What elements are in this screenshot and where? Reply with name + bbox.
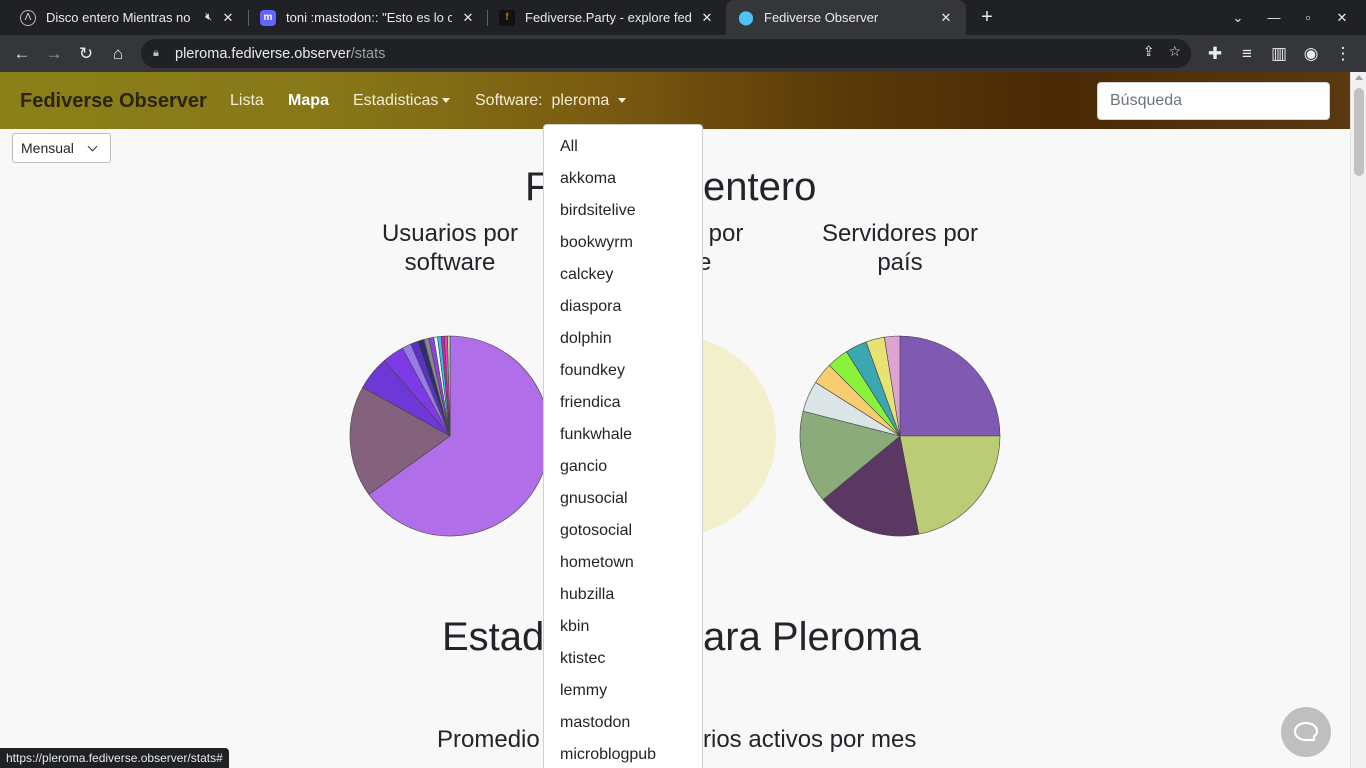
chart-title-servers-by-country: Servidores por país: [800, 219, 1000, 277]
profile-avatar-icon[interactable]: ◉: [1298, 41, 1324, 67]
software-menu-item[interactable]: diaspora: [544, 291, 702, 323]
url-path: /stats: [350, 45, 386, 62]
tab-title: Fediverse Observer: [764, 10, 879, 25]
software-menu-item[interactable]: birdsitelive: [544, 195, 702, 227]
software-menu-item[interactable]: friendica: [544, 387, 702, 419]
home-icon[interactable]: ⌂: [105, 41, 131, 67]
software-menu-item[interactable]: mastodon: [544, 707, 702, 739]
software-menu-item[interactable]: hubzilla: [544, 579, 702, 611]
bookmark-star-icon[interactable]: ☆: [1168, 43, 1181, 60]
period-select[interactable]: Mensual: [12, 133, 111, 163]
software-dropdown-menu: All akkoma birdsitelive bookwyrm calckey dias…: [543, 124, 703, 768]
brand-link[interactable]: Fediverse Observer: [20, 90, 207, 113]
browser-tab-disco[interactable]: Λ Disco entero Mientras no 🔇︎ ✕: [8, 0, 248, 35]
tab-search-chevron-icon[interactable]: ⌄: [1220, 0, 1256, 35]
caret-down-icon: [618, 98, 627, 104]
software-menu-item[interactable]: lemmy: [544, 675, 702, 707]
chart-title-users-by-software: Usuarios por software: [350, 219, 550, 277]
minimize-icon[interactable]: —: [1256, 0, 1292, 35]
map-pin-icon: ⬤: [738, 9, 754, 25]
software-menu-item[interactable]: foundkey: [544, 355, 702, 387]
section2-title-right: ara Pleroma: [703, 615, 921, 659]
caret-down-icon: [442, 98, 451, 104]
maximize-icon[interactable]: ▫: [1290, 0, 1326, 35]
software-label: Software:: [475, 92, 543, 109]
close-tab-icon[interactable]: ✕: [938, 10, 954, 26]
reload-icon[interactable]: ↻: [73, 41, 99, 67]
browser-tab-strip: Λ Disco entero Mientras no 🔇︎ ✕ m toni :…: [0, 0, 1366, 35]
tab-title: toni :mastodon:: "Esto es lo c: [286, 10, 452, 25]
software-menu-item[interactable]: hometown: [544, 547, 702, 579]
nav-estadisticas[interactable]: Estadisticas: [353, 92, 451, 110]
url-host: pleroma.fediverse.observer: [175, 45, 351, 62]
software-menu-item[interactable]: bookwyrm: [544, 227, 702, 259]
chart-title-line: software: [404, 249, 496, 276]
nav-estadisticas-label: Estadisticas: [353, 92, 439, 109]
status-bar-url: https://pleroma.fediverse.observer/stats…: [0, 748, 229, 768]
forward-icon[interactable]: →: [41, 41, 67, 67]
software-value: pleroma: [551, 92, 610, 109]
extensions-icon[interactable]: ✚: [1202, 41, 1228, 67]
avg-title-left: Promedio: [437, 726, 540, 753]
chart-title-line: Servidores por: [821, 220, 979, 247]
pie-chart-users-by-software: [349, 335, 551, 537]
period-select-value: Mensual: [21, 140, 74, 156]
search-input[interactable]: [1097, 82, 1330, 120]
software-menu-item[interactable]: ktistec: [544, 643, 702, 675]
software-menu-item[interactable]: gnusocial: [544, 483, 702, 515]
mastodon-icon: m: [260, 9, 276, 26]
software-menu-item[interactable]: All: [544, 131, 702, 163]
section-title-right: entero: [703, 165, 817, 209]
nav-software-dropdown[interactable]: Software: pleroma: [475, 92, 627, 110]
site-navbar: Fediverse Observer Lista Mapa Estadistic…: [0, 72, 1350, 129]
tab-favicon-icon: Λ: [20, 9, 36, 26]
browser-tab-fediverse-observer[interactable]: ⬤ Fediverse Observer ✕: [726, 0, 966, 35]
side-panel-icon[interactable]: ▥: [1266, 41, 1292, 67]
media-queue-icon[interactable]: ≡: [1234, 41, 1260, 67]
chat-bubble-icon: [1293, 721, 1319, 742]
nav-lista[interactable]: Lista: [230, 92, 264, 110]
page-content: Fediverse Observer Lista Mapa Estadistic…: [0, 72, 1350, 768]
software-menu-item[interactable]: gotosocial: [544, 515, 702, 547]
new-tab-icon[interactable]: +: [976, 6, 998, 28]
section2-title-left: Estad: [442, 615, 545, 659]
pie-chart-servers-by-country: [799, 335, 1001, 537]
close-tab-icon[interactable]: ✕: [460, 10, 476, 26]
nav-mapa[interactable]: Mapa: [288, 92, 329, 110]
chat-support-button[interactable]: [1281, 707, 1331, 757]
scrollbar-thumb[interactable]: [1354, 88, 1364, 176]
chart-title-line: país: [877, 249, 923, 276]
browser-toolbar: ← → ↻ ⌂ 🔒︎ pleroma.fediverse.observer/st…: [0, 35, 1366, 72]
software-menu-item[interactable]: calckey: [544, 259, 702, 291]
browser-tab-fediverse-party[interactable]: f Fediverse.Party - explore fede ✕: [487, 0, 727, 35]
fediverse-party-icon: f: [499, 9, 515, 26]
share-icon[interactable]: ⇪: [1143, 43, 1155, 60]
tab-title: Fediverse.Party - explore fede: [525, 10, 691, 25]
avg-title-right: rios activos por mes: [703, 726, 917, 753]
browser-tab-mastodon[interactable]: m toni :mastodon:: "Esto es lo c ✕: [248, 0, 488, 35]
close-tab-icon[interactable]: ✕: [699, 10, 715, 26]
chevron-down-icon: [87, 141, 98, 152]
software-menu-item[interactable]: funkwhale: [544, 419, 702, 451]
close-window-icon[interactable]: ✕: [1324, 0, 1360, 35]
scroll-up-arrow-icon[interactable]: [1355, 75, 1363, 80]
software-menu-item[interactable]: microblogpub: [544, 739, 702, 768]
close-tab-icon[interactable]: ✕: [220, 10, 236, 26]
software-menu-item[interactable]: dolphin: [544, 323, 702, 355]
tab-title: Disco entero Mientras no: [46, 10, 191, 25]
software-menu-item[interactable]: akkoma: [544, 163, 702, 195]
chart-title-line: Usuarios por: [381, 220, 519, 247]
page-scrollbar[interactable]: [1350, 72, 1366, 768]
pie-slice[interactable]: [899, 335, 1001, 437]
speaker-muted-icon[interactable]: 🔇︎: [205, 11, 212, 24]
software-menu-item[interactable]: kbin: [544, 611, 702, 643]
back-icon[interactable]: ←: [9, 41, 35, 67]
lock-icon: 🔒︎: [153, 47, 159, 59]
menu-kebab-icon[interactable]: ⋮: [1330, 41, 1356, 67]
software-menu-item[interactable]: gancio: [544, 451, 702, 483]
address-bar[interactable]: 🔒︎ pleroma.fediverse.observer/stats ⇪ ☆: [141, 39, 1191, 68]
